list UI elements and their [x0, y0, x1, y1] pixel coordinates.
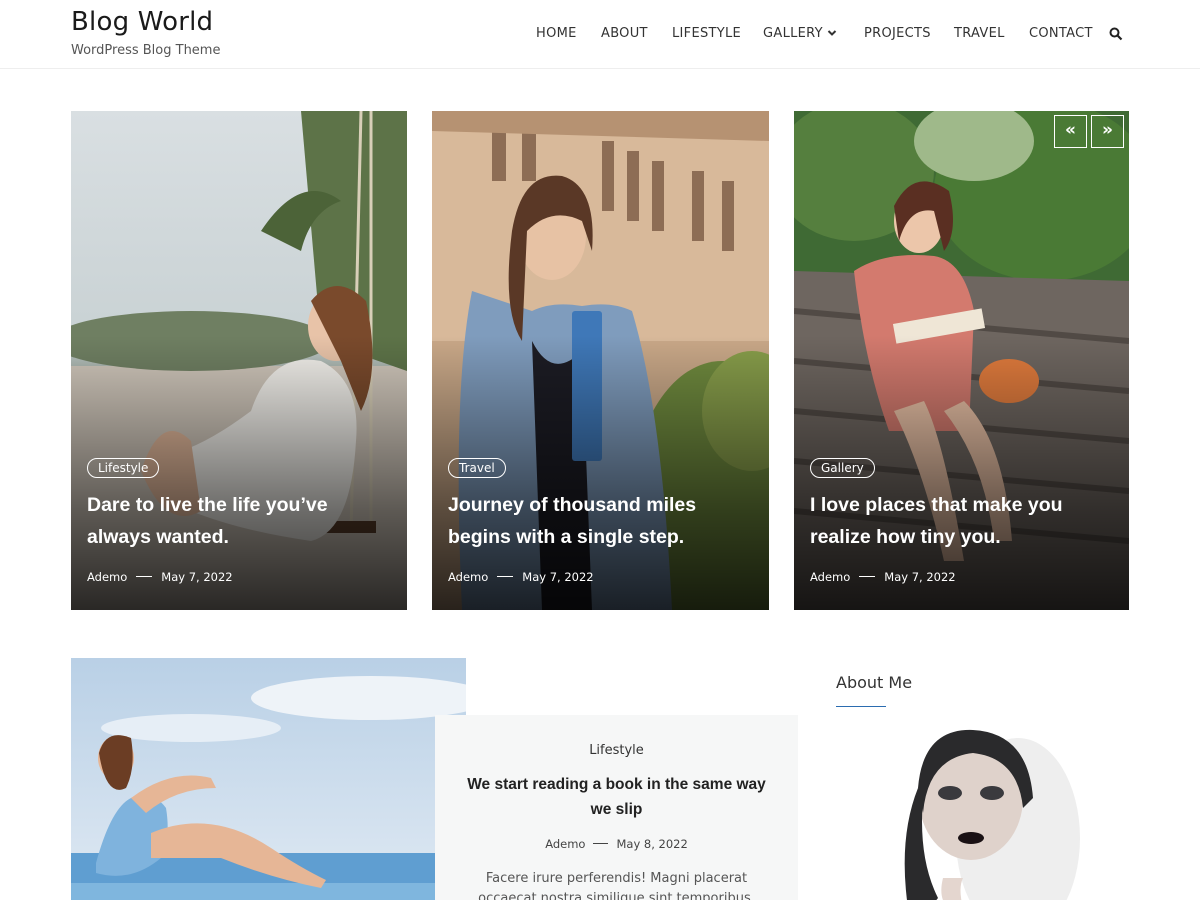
card-date[interactable]: May 7, 2022: [884, 570, 955, 584]
slider-prev-button[interactable]: «: [1054, 115, 1087, 148]
card-date[interactable]: May 7, 2022: [522, 570, 593, 584]
card-meta: Ademo May 7, 2022: [87, 570, 233, 584]
featured-post-image[interactable]: [71, 658, 466, 900]
card-author[interactable]: Ademo: [810, 570, 850, 584]
category-badge[interactable]: Lifestyle: [87, 458, 160, 478]
nav-item-gallery-label: GALLERY: [763, 26, 823, 41]
featured-title[interactable]: We start reading a book in the same way …: [455, 772, 778, 822]
featured-category[interactable]: Lifestyle: [435, 743, 798, 758]
search-icon[interactable]: [1109, 27, 1123, 41]
featured-author[interactable]: Ademo: [545, 837, 585, 851]
slider-card[interactable]: Travel Journey of thousand miles begins …: [432, 111, 769, 610]
card-meta: Ademo May 7, 2022: [810, 570, 956, 584]
nav-item-home[interactable]: HOME: [536, 26, 577, 41]
slider-next-button[interactable]: »: [1091, 115, 1124, 148]
nav-item-travel[interactable]: TRAVEL: [954, 26, 1005, 41]
main-nav: HOME ABOUT LIFESTYLE GALLERY PROJECTS TR…: [0, 26, 1200, 46]
nav-item-gallery[interactable]: GALLERY: [763, 26, 837, 41]
card-date[interactable]: May 7, 2022: [161, 570, 232, 584]
nav-item-projects[interactable]: PROJECTS: [864, 26, 931, 41]
about-me-heading: About Me: [836, 673, 913, 692]
card-title[interactable]: Journey of thousand miles begins with a …: [448, 489, 738, 553]
nav-item-lifestyle[interactable]: LIFESTYLE: [672, 26, 741, 41]
nav-item-about[interactable]: ABOUT: [601, 26, 648, 41]
card-author[interactable]: Ademo: [87, 570, 127, 584]
nav-item-contact[interactable]: CONTACT: [1029, 26, 1093, 41]
card-meta: Ademo May 7, 2022: [448, 570, 594, 584]
heading-underline: [836, 706, 886, 707]
featured-date[interactable]: May 8, 2022: [616, 837, 687, 851]
featured-post-card: Lifestyle We start reading a book in the…: [435, 715, 798, 900]
category-badge[interactable]: Travel: [448, 458, 506, 478]
slider-card[interactable]: Lifestyle Dare to live the life you’ve a…: [71, 111, 407, 610]
featured-meta: Ademo May 8, 2022: [435, 837, 798, 851]
category-badge[interactable]: Gallery: [810, 458, 875, 478]
about-me-avatar: [868, 728, 1080, 900]
site-header: Blog World WordPress Blog Theme HOME ABO…: [0, 0, 1200, 69]
card-title[interactable]: I love places that make you realize how …: [810, 489, 1100, 553]
featured-excerpt: Facere irure perferendis! Magni placerat…: [478, 871, 755, 900]
card-title[interactable]: Dare to live the life you’ve always want…: [87, 489, 377, 553]
chevron-down-icon: [827, 30, 837, 36]
slider-card[interactable]: Gallery I love places that make you real…: [794, 111, 1129, 610]
card-author[interactable]: Ademo: [448, 570, 488, 584]
